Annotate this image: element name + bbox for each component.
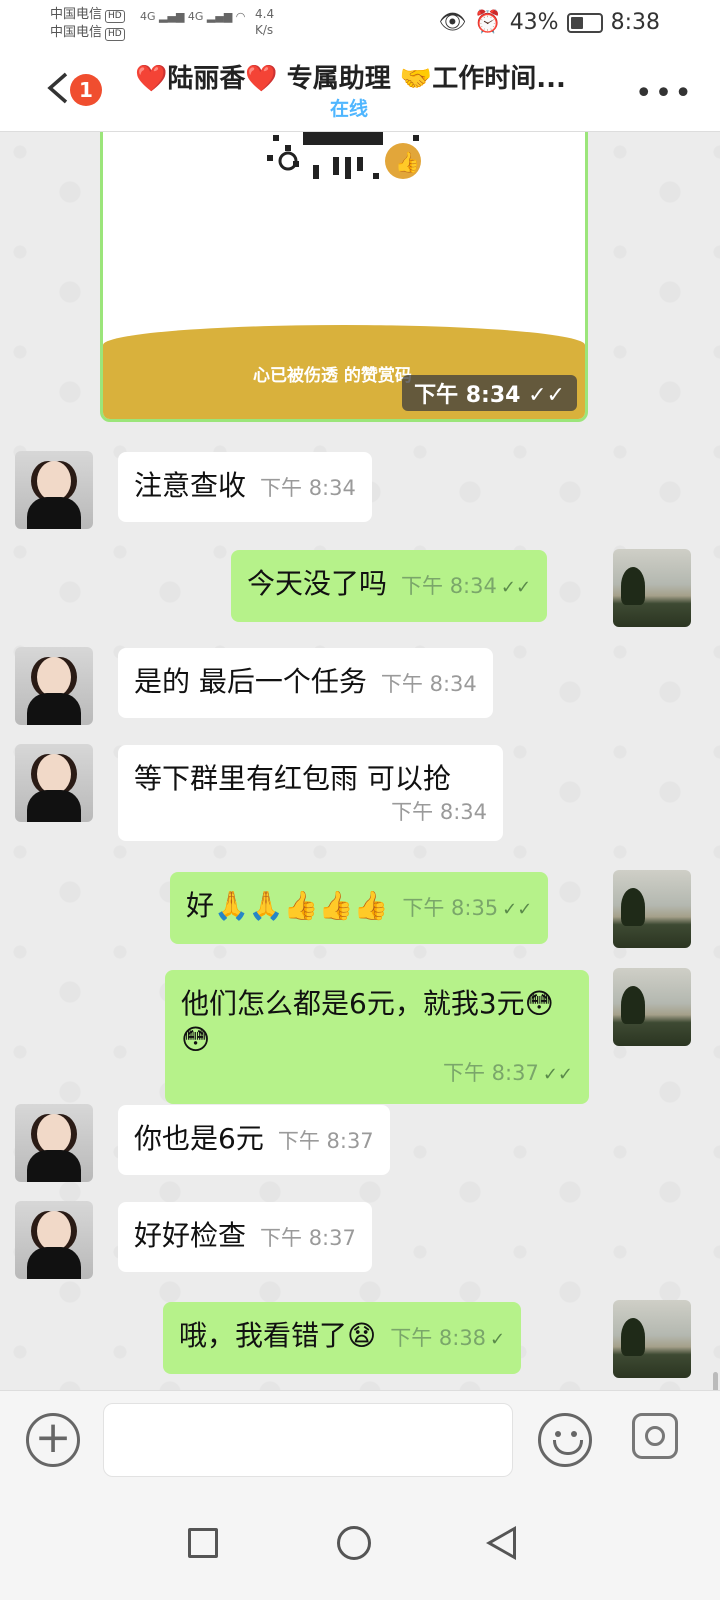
network-speed-value: 4.4 (255, 7, 275, 21)
hd-badge-2: HD (105, 28, 125, 41)
svg-text:👍: 👍 (395, 150, 420, 174)
message-time: 下午 8:37 (442, 1061, 539, 1085)
battery-icon (566, 12, 603, 33)
clock: 8:38 (610, 10, 660, 35)
plus-icon[interactable]: + (26, 1413, 80, 1467)
sent-tick-icon: ✓ (490, 1329, 506, 1350)
contact-avatar[interactable] (15, 744, 93, 822)
my-avatar[interactable] (613, 968, 691, 1046)
battery-percent: 43% (509, 10, 559, 35)
message-bubble-incoming[interactable]: 好好检查 下午 8:37 (118, 1202, 372, 1272)
message-bubble-incoming[interactable]: 是的 最后一个任务 下午 8:34 (118, 648, 493, 718)
message-time: 下午 8:34 (380, 672, 477, 696)
message-bubble-incoming[interactable]: 你也是6元 下午 8:37 (118, 1105, 390, 1175)
message-text: 好🙏🙏👍👍👍 (186, 889, 389, 922)
my-avatar[interactable] (613, 549, 691, 627)
message-input[interactable] (103, 1403, 513, 1477)
message-text: 他们怎么都是6元，就我3元😳😳 (181, 987, 554, 1056)
message-text: 是的 最后一个任务 (134, 665, 367, 698)
chat-title[interactable]: ❤️陆丽香❤️ 专属助理 🤝工作时间... (135, 58, 595, 95)
message-time: 下午 8:34 (401, 574, 497, 598)
message-time: 下午 8:37 (277, 1129, 374, 1153)
recent-apps-icon[interactable] (188, 1528, 218, 1558)
message-time: 下午 8:34 (260, 476, 356, 500)
read-ticks-icon: ✓✓ (502, 899, 533, 920)
reward-qr-card[interactable]: 👍 心已被伤透 的赞赏码 下午 8:34 ✓✓ (100, 132, 588, 422)
read-ticks-icon: ✓✓ (542, 1064, 573, 1085)
message-text: 好好检查 (134, 1219, 247, 1252)
network-speed-unit: K/s (255, 23, 274, 37)
message-text: 哦，我看错了😧 (179, 1319, 377, 1352)
message-text: 注意查收 (134, 469, 247, 502)
card-caption: 心已被伤透 的赞赏码 (253, 366, 412, 386)
system-indicators: 👁 ⏰ 43% 8:38 (438, 10, 660, 35)
chat-header: 1 ❤️陆丽香❤️ 专属助理 🤝工作时间... 在线 ••• (0, 48, 720, 132)
message-time: 下午 8:37 (260, 1226, 356, 1250)
message-text: 你也是6元 (134, 1122, 264, 1155)
home-icon[interactable] (337, 1526, 371, 1560)
message-text: 今天没了吗 (247, 567, 388, 600)
my-avatar[interactable] (613, 870, 691, 948)
system-nav-bar (0, 1490, 720, 1600)
message-time: 下午 8:34 (391, 800, 487, 824)
message-bubble-outgoing[interactable]: 好🙏🙏👍👍👍 下午 8:35 ✓✓ (170, 872, 549, 944)
message-bubble-outgoing[interactable]: 今天没了吗 下午 8:34 ✓✓ (231, 550, 548, 622)
camera-icon[interactable] (632, 1413, 678, 1459)
carrier-info: 中国电信 HD 中国电信 HD (50, 6, 125, 42)
card-timestamp: 下午 8:34 ✓✓ (402, 375, 577, 411)
message-bubble-outgoing[interactable]: 哦，我看错了😧 下午 8:38 ✓ (163, 1302, 522, 1374)
more-options-icon[interactable]: ••• (635, 76, 694, 111)
message-time: 下午 8:35 (402, 896, 499, 920)
status-bar: 中国电信 HD 中国电信 HD 4G ▂▄▆ 4G ▂▄▆ ◠ 4.4 K/s 👁 … (0, 0, 720, 48)
my-avatar[interactable] (613, 1300, 691, 1378)
contact-avatar[interactable] (15, 1104, 93, 1182)
signal-icon: 4G ▂▄▆ 4G ▂▄▆ ◠ (140, 10, 246, 23)
chat-scrollbar[interactable] (713, 1372, 718, 1390)
message-bubble-outgoing[interactable]: 他们怎么都是6元，就我3元😳😳 下午 8:37 ✓✓ (165, 970, 589, 1104)
message-bubble-incoming[interactable]: 注意查收 下午 8:34 (118, 452, 372, 522)
message-list[interactable]: 👍 心已被伤透 的赞赏码 下午 8:34 ✓✓ 注意查收 下午 8:34 今天没了… (0, 132, 720, 1390)
read-ticks-icon: ✓✓ (500, 577, 532, 598)
emoji-icon[interactable] (538, 1413, 592, 1467)
carrier-2: 中国电信 (50, 25, 103, 40)
online-status: 在线 (330, 98, 369, 120)
contact-avatar[interactable] (15, 647, 93, 725)
network-speed: 4.4 K/s (255, 6, 274, 38)
message-text: 等下群里有红包雨 可以抢 (134, 762, 451, 795)
message-time: 下午 8:38 (390, 1326, 487, 1350)
hd-badge-1: HD (105, 10, 125, 23)
message-input-bar: + (0, 1390, 720, 1490)
contact-avatar[interactable] (15, 1201, 93, 1279)
contact-avatar[interactable] (15, 451, 93, 529)
back-triangle-icon[interactable] (486, 1526, 516, 1560)
carrier-1: 中国电信 (50, 7, 103, 22)
message-bubble-incoming[interactable]: 等下群里有红包雨 可以抢 下午 8:34 (118, 745, 503, 841)
alarm-icon: ⏰ (474, 10, 502, 35)
unread-badge: 1 (70, 74, 102, 106)
qr-code-image: 👍 (267, 132, 421, 179)
eye-icon: 👁 (438, 10, 467, 35)
